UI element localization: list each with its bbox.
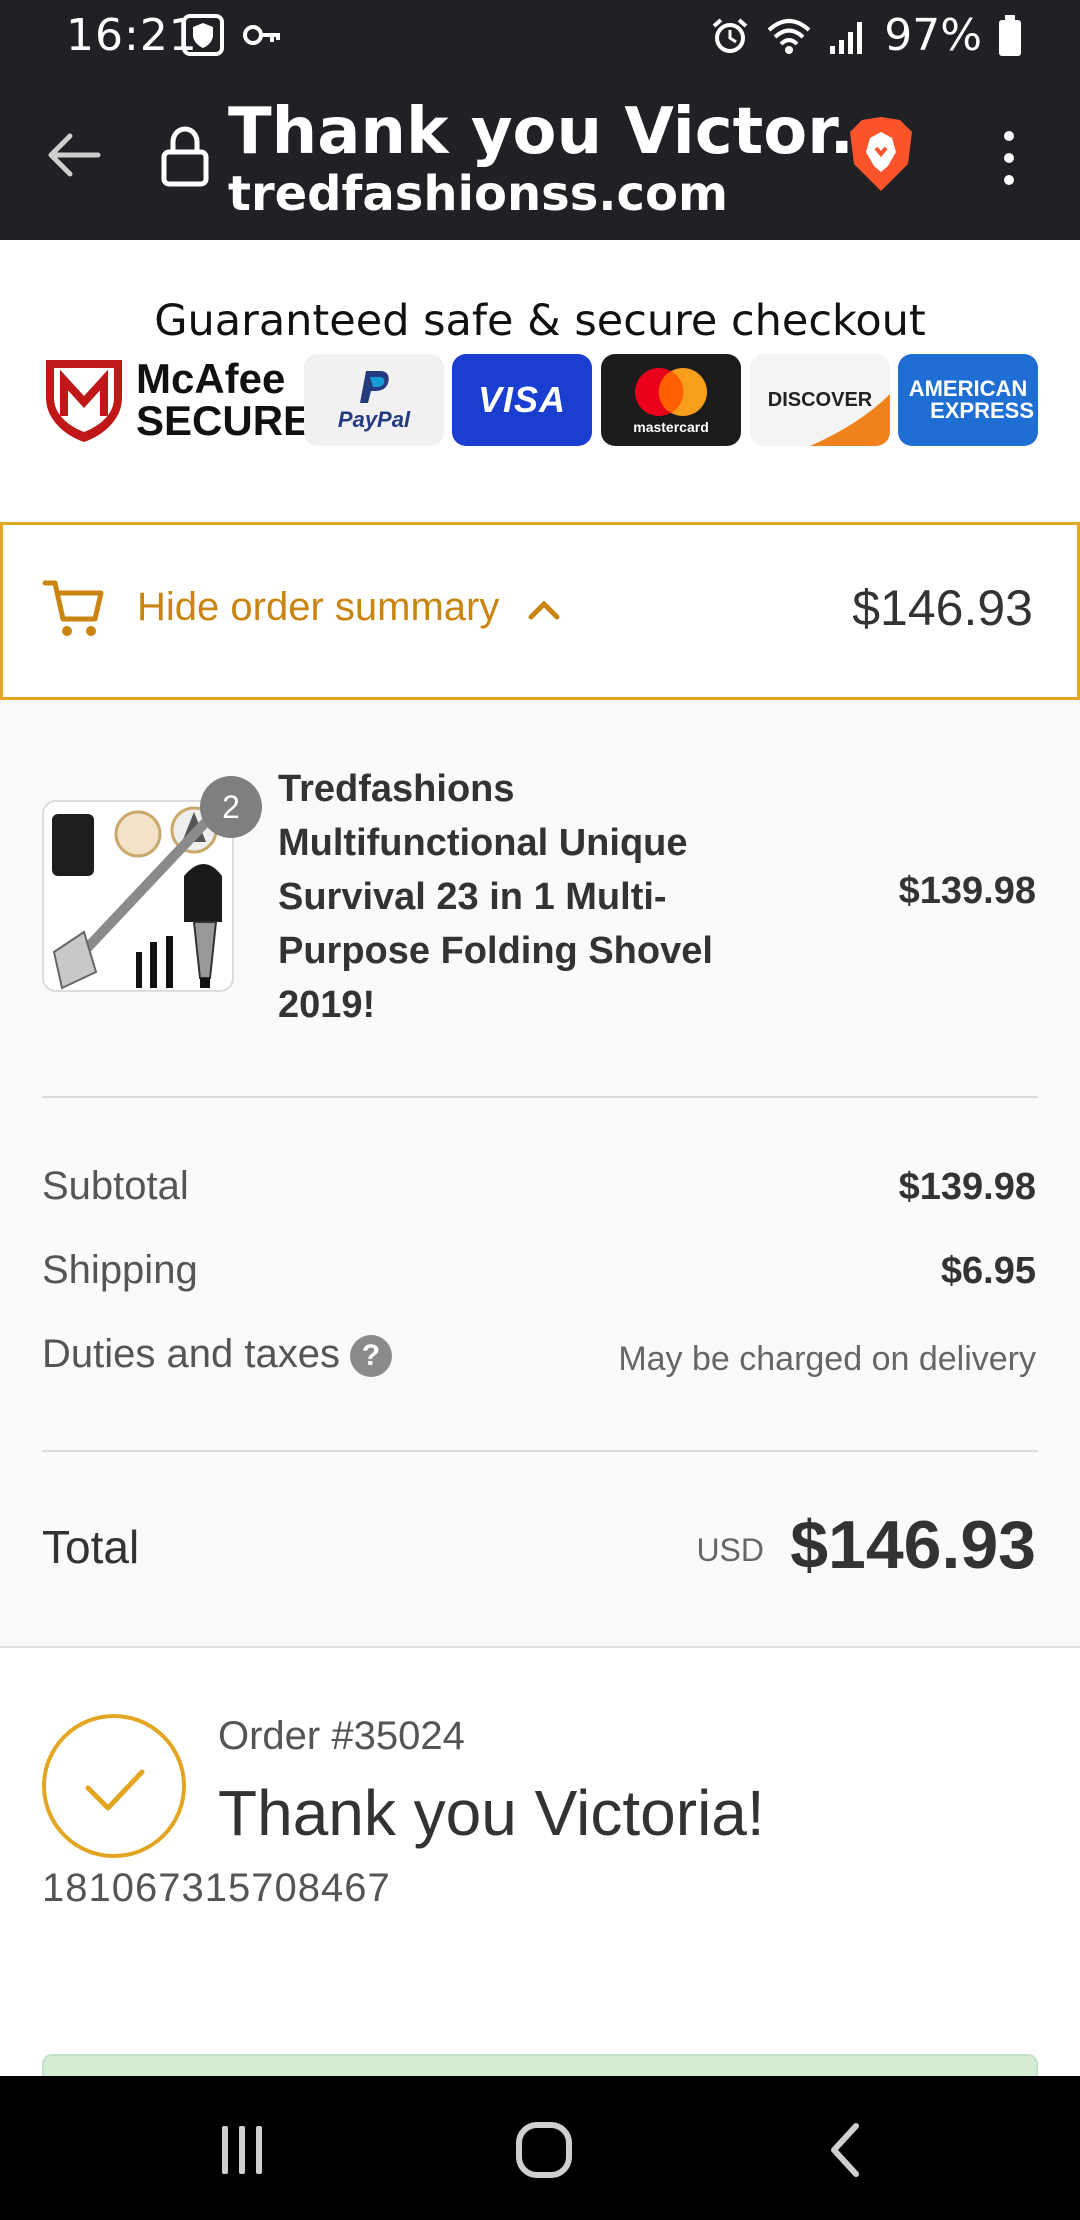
- subtotal-label: Subtotal: [42, 1164, 189, 1208]
- visa-badge: VISA: [452, 354, 592, 446]
- battery-percent: 97%: [884, 10, 982, 61]
- mastercard-circles-icon: [635, 368, 707, 416]
- cart-icon: [42, 580, 104, 636]
- divider: [42, 1450, 1038, 1452]
- product-name: Tredfashions Multifunctional Unique Surv…: [278, 768, 713, 1026]
- status-bar: 16:21 97%: [0, 0, 1080, 72]
- total-currency: USD: [696, 1532, 764, 1568]
- brave-lion-icon[interactable]: [846, 114, 916, 194]
- order-number: Order #35024: [218, 1714, 465, 1758]
- amex-line2: EXPRESS: [930, 398, 1034, 423]
- shipping-label: Shipping: [42, 1248, 198, 1292]
- amex-line1: AMERICAN: [908, 376, 1028, 401]
- order-summary-toggle[interactable]: Hide order summary $146.93: [0, 522, 1080, 700]
- url-text[interactable]: tredfashionss.com: [228, 162, 728, 226]
- mastercard-badge: mastercard: [601, 354, 741, 446]
- paypal-label: PayPal: [337, 407, 411, 432]
- battery-icon: [999, 14, 1021, 56]
- signal-icon: [830, 21, 863, 54]
- product-image: [42, 800, 234, 992]
- taxes-row-label: Duties and taxes?: [42, 1332, 392, 1378]
- wifi-icon: [767, 18, 811, 54]
- lock-icon[interactable]: [160, 124, 210, 188]
- back-arrow-icon[interactable]: [40, 122, 106, 188]
- mastercard-label: mastercard: [633, 419, 709, 435]
- navigation-bar: [0, 2076, 1080, 2220]
- discover-label: DISCOVER: [767, 388, 873, 411]
- shield-notification-icon: [182, 14, 224, 56]
- alarm-icon: [712, 17, 748, 53]
- divider: [42, 1096, 1038, 1098]
- taxes-label: Duties and taxes: [42, 1332, 340, 1376]
- amex-badge: AMERICAN EXPRESS: [898, 354, 1038, 446]
- more-menu-icon[interactable]: [994, 128, 1024, 188]
- thank-you-heading: Thank you Victoria!: [218, 1777, 765, 1849]
- recent-apps-icon[interactable]: [212, 2120, 272, 2180]
- paypal-badge: PayPal: [304, 354, 444, 446]
- shipping-value: $6.95: [940, 1250, 1036, 1292]
- secure-checkout-heading: Guaranteed safe & secure checkout: [154, 296, 926, 346]
- chevron-up-icon[interactable]: [527, 595, 561, 623]
- order-summary-panel: 2 Tredfashions Multifunctional Unique Su…: [0, 700, 1080, 1648]
- order-id: 181067315708467: [42, 1866, 391, 1910]
- back-nav-icon[interactable]: [818, 2120, 878, 2180]
- paypal-logo-icon: [360, 371, 389, 403]
- status-time: 16:21: [66, 10, 198, 61]
- mcafee-shield-icon: [46, 360, 122, 442]
- browser-toolbar: Thank you Victor... tredfashionss.com: [0, 72, 1080, 240]
- taxes-note: May be charged on delivery: [618, 1340, 1036, 1378]
- total-value: $146.93: [790, 1507, 1036, 1583]
- folding-shovel-image: [52, 806, 222, 990]
- quantity-badge: 2: [200, 776, 262, 838]
- discover-badge: DISCOVER: [750, 354, 890, 446]
- toggle-label[interactable]: Hide order summary: [137, 585, 499, 630]
- page-title[interactable]: Thank you Victor...: [228, 94, 903, 170]
- toggle-total: $146.93: [852, 580, 1033, 636]
- subtotal-value: $139.98: [898, 1166, 1036, 1208]
- payment-badges: McAfee SECURE PayPal VISA mastercard DIS…: [40, 354, 1040, 446]
- success-check-icon: [42, 1714, 186, 1858]
- total-label: Total: [42, 1521, 140, 1573]
- help-icon[interactable]: ?: [349, 1335, 392, 1378]
- product-price: $139.98: [898, 870, 1036, 912]
- mcafee-secure: SECURE: [136, 397, 312, 444]
- mcafee-badge: McAfee SECURE: [40, 354, 311, 446]
- mcafee-name: McAfee: [136, 355, 286, 402]
- home-icon[interactable]: [514, 2120, 574, 2180]
- checkmark-icon: [85, 1769, 145, 1811]
- key-icon: [243, 25, 280, 45]
